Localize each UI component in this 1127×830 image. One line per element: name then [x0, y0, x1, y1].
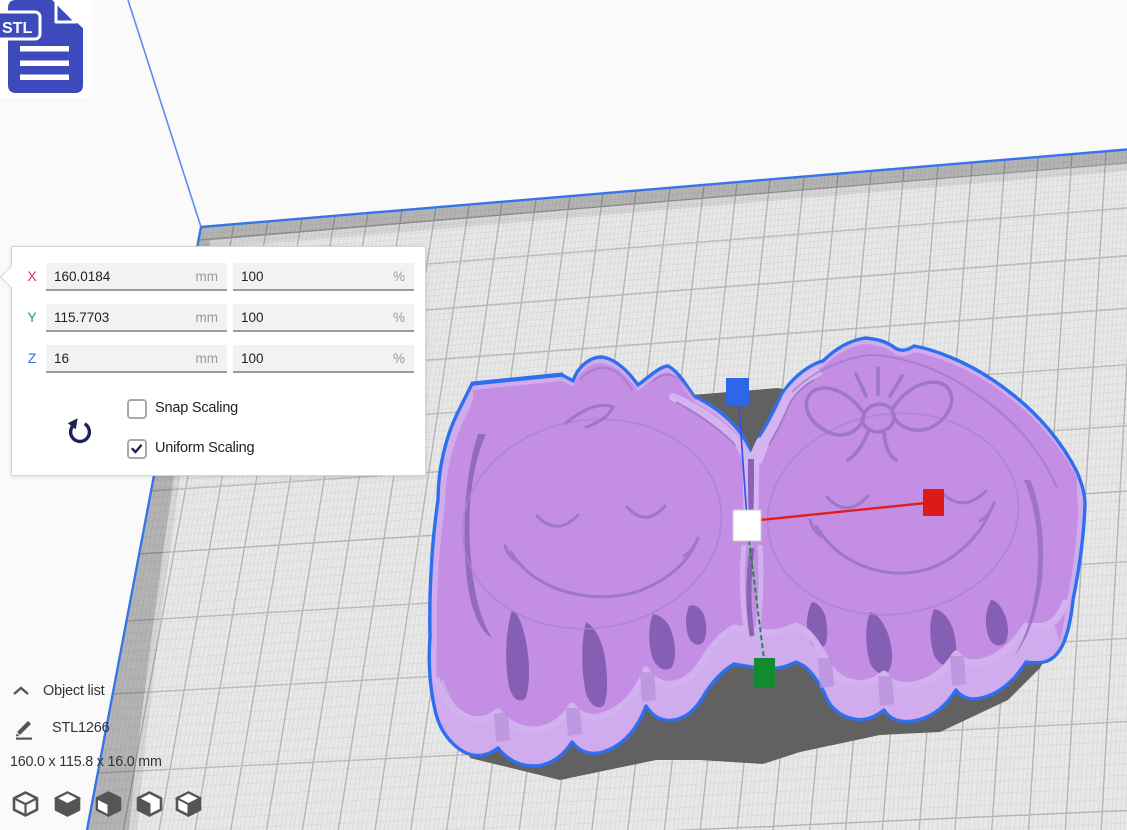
svg-text:STL: STL	[2, 20, 32, 37]
